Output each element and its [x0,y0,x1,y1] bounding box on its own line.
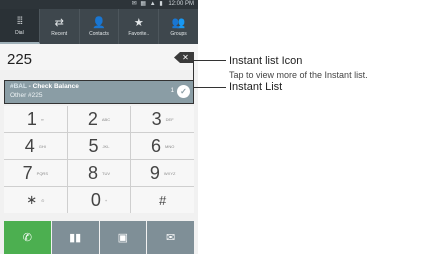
call-button[interactable]: ✆ [4,221,51,254]
key-6[interactable]: 6 MNO [131,133,194,159]
tab-favorites[interactable]: ★ Favorite.. [119,9,160,44]
tab-label: Recent [51,30,68,37]
key-digit: 6 [150,135,161,156]
callout-instant-list-title: Instant List [229,81,283,93]
key-digit: # [159,192,167,208]
key-digit: 4 [24,135,35,156]
dial-keypad: 1 ∞ 2 ABC 3 DEF 4 GHI 5 JKL 6 MNO 7 PQRS 8 TUV 9… [4,106,194,213]
key-9[interactable]: 9 WXYZ [131,160,194,186]
tab-label: Favorite.. [128,30,150,37]
key-letters: MNO [165,143,175,149]
dialed-number[interactable]: 225 [7,51,32,68]
key-digit: 5 [88,135,99,156]
key-pound[interactable]: # [131,187,194,213]
key-3[interactable]: 3 DEF [131,106,194,132]
key-0[interactable]: 0 + [67,187,131,213]
dialpad-icon: ⁞⁞⁞ [16,15,23,27]
key-letters: JKL [102,143,110,149]
key-digit: 8 [87,162,98,183]
action-bar: ✆ ▮▮ ▣ ✉ [4,221,194,254]
key-digit: 3 [151,108,162,129]
status-icons: ✉ ▦ ▲ ▮ [131,1,164,7]
key-5[interactable]: 5 JKL [67,133,131,159]
key-7[interactable]: 7 PQRS [4,160,67,186]
status-time: 12:00 PM [168,1,194,7]
key-letters: ABC [101,116,111,122]
instant-list-outline [4,80,194,104]
callout-connector [194,87,226,88]
video-call-icon: ▣ [117,232,129,244]
voicemail-button[interactable]: ▮▮ [51,221,99,254]
key-star[interactable]: ∗ ⊙ [4,187,67,213]
callout-instant-list-icon-description: Tap to view more of the Instant list. [229,70,368,80]
callout-connector [193,60,226,61]
key-letters: ⊙ [41,197,45,203]
phone-screen: ✉ ▦ ▲ ▮ 12:00 PM ⁞⁞⁞ Dial ⇄ Recent 👤 Con… [0,0,198,254]
key-letters: GHI [38,143,46,149]
key-letters: TUV [102,170,110,176]
tab-label: Contacts [89,30,109,37]
key-letters: PQRS [36,170,48,176]
key-digit: 2 [87,108,98,129]
tab-dial[interactable]: ⁞⁞⁞ Dial [0,9,40,44]
key-digit: 1 [26,108,37,129]
tab-groups[interactable]: 👥 Groups [159,9,198,44]
key-1[interactable]: 1 ∞ [4,106,67,132]
key-digit: 7 [22,162,33,183]
key-4[interactable]: 4 GHI [4,133,67,159]
key-letters: + [104,197,108,203]
phone-icon: ✆ [22,232,32,244]
tab-recent[interactable]: ⇄ Recent [40,9,80,44]
key-digit: ∗ [26,192,38,207]
key-digit: 9 [149,162,160,183]
star-icon: ★ [133,16,144,29]
video-call-button[interactable]: ▣ [99,221,147,254]
groups-icon: 👥 [171,16,186,29]
voicemail-icon: ▮▮ [69,232,82,244]
dialed-number-row: 225 ✕ [0,44,198,70]
contact-icon: 👤 [92,16,106,29]
tab-label: Groups [170,30,187,37]
message-button[interactable]: ✉ [147,221,194,254]
tab-contacts[interactable]: 👤 Contacts [80,9,120,44]
voicemail-icon: ∞ [40,116,44,122]
recent-calls-icon: ⇄ [54,16,64,29]
key-2[interactable]: 2 ABC [67,106,131,132]
backspace-icon[interactable]: ✕ [174,52,194,63]
tab-bar: ⁞⁞⁞ Dial ⇄ Recent 👤 Contacts ★ Favorite.… [0,9,198,44]
tab-label: Dial [15,29,24,36]
key-digit: 0 [90,189,101,210]
status-bar: ✉ ▦ ▲ ▮ 12:00 PM [0,0,198,9]
key-letters: DEF [165,116,174,122]
message-icon: ✉ [166,232,176,244]
key-letters: WXYZ [163,170,176,176]
callout-instant-list-icon-title: Instant list Icon [229,55,303,67]
key-8[interactable]: 8 TUV [67,160,131,186]
